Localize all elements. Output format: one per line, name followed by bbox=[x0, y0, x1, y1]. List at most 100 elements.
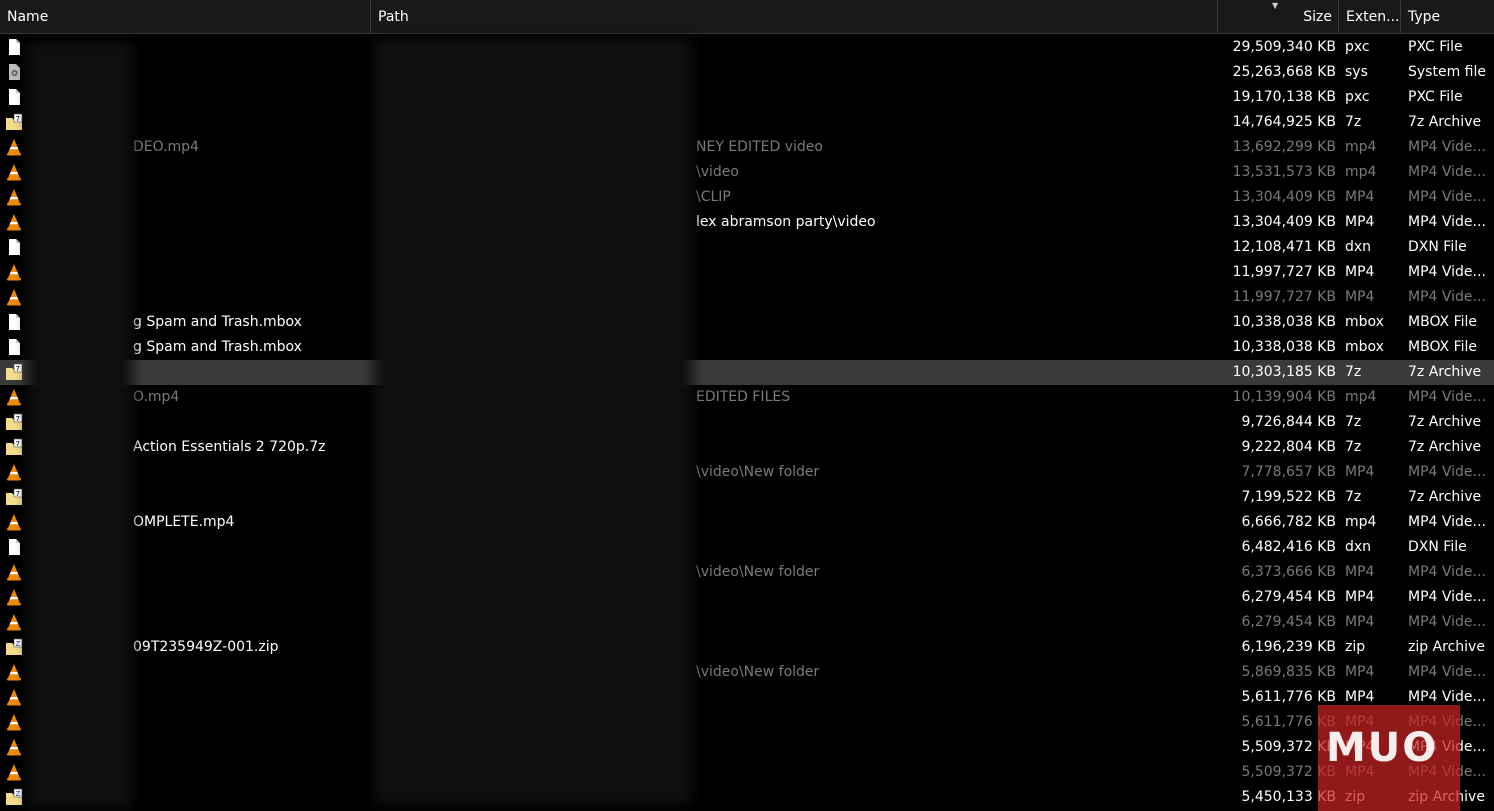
vlc-icon bbox=[5, 163, 23, 181]
file-type: MP4 Vide... bbox=[1408, 189, 1486, 205]
column-header-extension[interactable]: Exten... bbox=[1339, 0, 1401, 34]
file-path bbox=[696, 535, 1216, 560]
file-size: 6,373,666 KB bbox=[1241, 564, 1337, 580]
file-row[interactable]: 11,997,727 KB MP4 MP4 Vide... bbox=[0, 285, 1494, 310]
file-row[interactable]: 6,279,454 KB MP4 MP4 Vide... bbox=[0, 610, 1494, 635]
file-row[interactable]: 11,997,727 KB MP4 MP4 Vide... bbox=[0, 260, 1494, 285]
file-size: 13,531,573 KB bbox=[1232, 164, 1336, 180]
file-row[interactable]: 7 14,764,925 KB 7z 7z Archive bbox=[0, 110, 1494, 135]
file-row[interactable]: 12,108,471 KB dxn DXN File bbox=[0, 235, 1494, 260]
file-row[interactable]: \CLIP 13,304,409 KB MP4 MP4 Vide... bbox=[0, 185, 1494, 210]
file-row[interactable]: 5,611,776 KBMP4MP4 Vide... bbox=[0, 685, 1494, 710]
document-icon bbox=[5, 238, 23, 256]
file-path bbox=[696, 60, 1216, 85]
file-path bbox=[696, 410, 1216, 435]
file-size: 9,222,804 KB bbox=[1241, 439, 1337, 455]
file-type: 7z Archive bbox=[1408, 414, 1482, 430]
archive-7z-icon: 7 bbox=[5, 413, 23, 431]
file-type: MP4 Vide... bbox=[1408, 264, 1486, 280]
file-name bbox=[133, 35, 371, 60]
file-size: 6,279,454 KB bbox=[1241, 589, 1337, 605]
file-extension: MP4 bbox=[1345, 189, 1375, 205]
file-type: 7z Archive bbox=[1408, 114, 1482, 130]
file-path bbox=[696, 310, 1216, 335]
file-type: MBOX File bbox=[1408, 314, 1478, 330]
file-path: \video\New folder bbox=[696, 664, 820, 680]
file-extension: MP4 bbox=[1345, 214, 1375, 230]
file-size: 10,303,185 KB bbox=[1232, 364, 1336, 380]
file-name bbox=[133, 235, 371, 260]
file-extension: MP4 bbox=[1345, 564, 1375, 580]
file-path bbox=[696, 710, 1216, 735]
file-row[interactable]: 7 7,199,522 KB 7z 7z Archive bbox=[0, 485, 1494, 510]
file-row[interactable]: lex abramson party\video 13,304,409 KB MP4… bbox=[0, 210, 1494, 235]
svg-text:7: 7 bbox=[16, 365, 20, 373]
file-row[interactable]: 7 9,726,844 KB 7z 7z Archive bbox=[0, 410, 1494, 435]
column-header-name[interactable]: Name bbox=[0, 0, 371, 34]
file-row[interactable]: Z5,450,133 KBzipzip Archive bbox=[0, 785, 1494, 810]
file-path bbox=[696, 760, 1216, 785]
file-row[interactable]: DEO.mp4 NEY EDITED video 13,692,299 KB mp4 M… bbox=[0, 135, 1494, 160]
file-name bbox=[133, 110, 371, 135]
file-row[interactable]: O.mp4 EDITED FILES 10,139,904 KB mp4 MP4 Vid… bbox=[0, 385, 1494, 410]
file-row[interactable]: 6,482,416 KB dxn DXN File bbox=[0, 535, 1494, 560]
file-type: MBOX File bbox=[1408, 339, 1478, 355]
file-row[interactable]: g Spam and Trash.mbox 10,338,038 KB mbox MB… bbox=[0, 310, 1494, 335]
archive-zip-icon: Z bbox=[5, 788, 23, 806]
file-size: 13,692,299 KB bbox=[1232, 139, 1336, 155]
file-path bbox=[696, 735, 1216, 760]
file-row[interactable]: 5,509,372 KBMP4MP4 Vide... bbox=[0, 760, 1494, 785]
file-size: 11,997,727 KB bbox=[1232, 289, 1336, 305]
file-row[interactable]: Z 09T235949Z-001.zip 6,196,239 KB zip zip Ar… bbox=[0, 635, 1494, 660]
file-row[interactable]: \video\New folder 6,373,666 KB MP4 MP4 Vide… bbox=[0, 560, 1494, 585]
file-row[interactable]: 5,509,372 KBMP4MP4 Vide... bbox=[0, 735, 1494, 760]
file-name bbox=[133, 160, 371, 185]
file-extension: MP4 bbox=[1345, 589, 1375, 605]
file-extension: mbox bbox=[1345, 314, 1384, 330]
file-path: \video bbox=[696, 164, 739, 180]
file-size: 25,263,668 KB bbox=[1232, 64, 1336, 80]
file-name: DEO.mp4 bbox=[133, 139, 199, 155]
file-row[interactable]: 7 Action Essentials 2 720p.7z 9,222,804 KB… bbox=[0, 435, 1494, 460]
file-name bbox=[133, 785, 371, 810]
file-name bbox=[133, 660, 371, 685]
file-row[interactable]: 29,509,340 KB pxc PXC File bbox=[0, 35, 1494, 60]
file-name bbox=[133, 485, 371, 510]
file-size: 10,338,038 KB bbox=[1232, 339, 1336, 355]
file-name bbox=[133, 285, 371, 310]
file-row[interactable]: 6,279,454 KB MP4 MP4 Vide... bbox=[0, 585, 1494, 610]
archive-7z-icon: 7 bbox=[5, 488, 23, 506]
file-type: PXC File bbox=[1408, 89, 1463, 105]
file-row[interactable]: g Spam and Trash.mbox 10,338,038 KB mbox MB… bbox=[0, 335, 1494, 360]
column-header-type[interactable]: Type bbox=[1401, 0, 1494, 34]
file-type: MP4 Vide... bbox=[1408, 214, 1486, 230]
file-size: 5,869,835 KB bbox=[1241, 664, 1337, 680]
file-row[interactable]: 25,263,668 KB sys System file bbox=[0, 60, 1494, 85]
file-size: 9,726,844 KB bbox=[1241, 414, 1337, 430]
muo-watermark: MUO bbox=[1318, 705, 1460, 811]
file-name: g Spam and Trash.mbox bbox=[133, 314, 302, 330]
document-icon bbox=[5, 538, 23, 556]
file-row[interactable]: \video\New folder 5,869,835 KB MP4 MP4 Vide… bbox=[0, 660, 1494, 685]
column-header-path[interactable]: Path bbox=[371, 0, 1218, 34]
file-row[interactable]: \video\New folder 7,778,657 KB MP4 MP4 Vide… bbox=[0, 460, 1494, 485]
file-row[interactable]: 19,170,138 KB pxc PXC File bbox=[0, 85, 1494, 110]
file-row[interactable]: 7 10,303,185 KB 7z 7z Archive bbox=[0, 360, 1494, 385]
file-type: MP4 Vide... bbox=[1408, 589, 1486, 605]
file-type: MP4 Vide... bbox=[1408, 389, 1486, 405]
file-path bbox=[696, 85, 1216, 110]
svg-text:7: 7 bbox=[16, 440, 20, 448]
vlc-icon bbox=[5, 613, 23, 631]
file-row[interactable]: OMPLETE.mp4 6,666,782 KB mp4 MP4 Vide... bbox=[0, 510, 1494, 535]
file-path bbox=[696, 360, 1216, 385]
file-type: MP4 Vide... bbox=[1408, 664, 1486, 680]
file-row[interactable]: \video 13,531,573 KB mp4 MP4 Vide... bbox=[0, 160, 1494, 185]
archive-zip-icon: Z bbox=[5, 638, 23, 656]
file-row[interactable]: 5,611,776 KBMP4MP4 Vide... bbox=[0, 710, 1494, 735]
file-path bbox=[696, 110, 1216, 135]
file-extension: 7z bbox=[1345, 114, 1362, 130]
vlc-icon bbox=[5, 563, 23, 581]
file-extension: mp4 bbox=[1345, 389, 1377, 405]
file-name bbox=[133, 85, 371, 110]
file-name bbox=[133, 460, 371, 485]
